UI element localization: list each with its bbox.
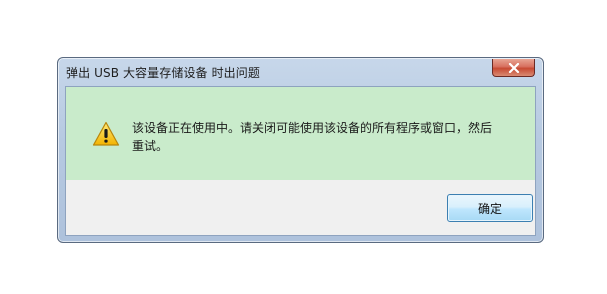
message-area: 该设备正在使用中。请关闭可能使用该设备的所有程序或窗口，然后重试。 [66, 87, 535, 180]
warning-icon [92, 121, 120, 147]
dialog-client-area: 该设备正在使用中。请关闭可能使用该设备的所有程序或窗口，然后重试。 确定 [65, 86, 536, 236]
button-bar: 确定 [66, 180, 535, 235]
ok-button[interactable]: 确定 [447, 194, 533, 222]
dialog-message: 该设备正在使用中。请关闭可能使用该设备的所有程序或窗口，然后重试。 [132, 121, 493, 153]
close-button[interactable] [492, 59, 535, 77]
title-bar[interactable]: 弹出 USB 大容量存储设备 时出问题 [58, 58, 543, 86]
dialog-title: 弹出 USB 大容量存储设备 时出问题 [66, 66, 260, 80]
dialog-window: 弹出 USB 大容量存储设备 时出问题 该设备正在使用中。请关闭可能使用该设备的… [57, 57, 544, 243]
close-icon [508, 62, 520, 73]
